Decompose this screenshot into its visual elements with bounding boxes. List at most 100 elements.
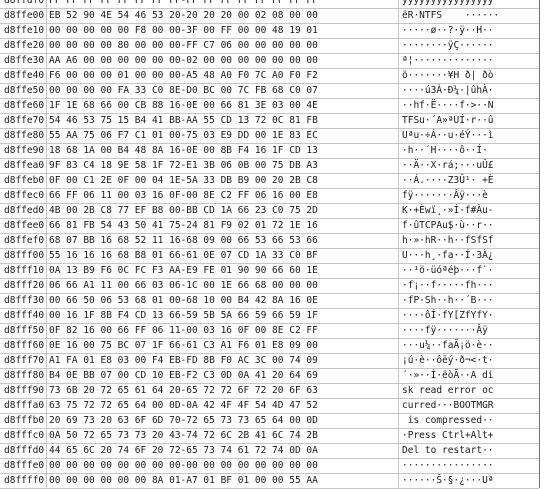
row-ascii[interactable]: ······Š·§·¿···Uª [399, 473, 539, 489]
row-ascii[interactable]: f·ûTCPAu$·ù··r·· [399, 218, 539, 234]
row-hex-bytes[interactable]: 54 46 53 75 15 B4 41 BB-AA 55 CD 13 72 0… [47, 113, 399, 129]
row-ascii[interactable]: ····ôÍ·fY[ZfYfY· [399, 308, 539, 324]
hex-row[interactable]: d8ffeb0 0F 00 C1 2E 0F 00 04 1E-5A 33 DB … [0, 173, 539, 189]
row-ascii[interactable]: ´·»··Í·ëòÃ··A di [399, 368, 539, 384]
row-hex-bytes[interactable]: 9F 83 C4 18 9E 58 1F 72-E1 3B 06 0B 00 7… [47, 158, 399, 174]
row-hex-bytes[interactable]: 00 00 00 00 80 00 00 00-FF C7 06 00 00 0… [47, 38, 399, 54]
row-hex-bytes[interactable]: 06 66 A1 11 00 66 03 06-1C 00 1E 66 68 0… [47, 278, 399, 294]
row-hex-bytes[interactable]: 55 16 16 16 68 B8 01 66-61 0E 07 CD 1A 3… [47, 248, 399, 264]
row-ascii[interactable]: ·f¡··f·····fh··· [399, 278, 539, 294]
row-ascii[interactable]: ö·······¥H ð| ðò [399, 68, 539, 84]
row-ascii[interactable]: Del to restart·· [399, 443, 539, 459]
row-ascii[interactable]: TFSu·´A»ªUÍ·r··û [399, 113, 539, 129]
hex-row[interactable]: d8ffff0 00 00 00 00 00 00 8A 01-A7 01 BF … [0, 473, 539, 489]
hex-dump-view[interactable]: d8ffdf0 FF FF FF FF FF FF FF FF-FF FF FF … [0, 0, 540, 489]
row-ascii[interactable]: ··hf·Ë····f·>··N [399, 98, 539, 114]
row-ascii[interactable]: ····fÿ·······Âÿ [399, 323, 539, 339]
hex-row[interactable]: d8fff90 73 6B 20 72 65 61 64 20-65 72 72 … [0, 383, 539, 399]
hex-row[interactable]: d8fff50 0F 82 16 00 66 FF 06 11-00 03 16 … [0, 323, 539, 339]
hex-row[interactable]: d8fffa0 63 75 72 72 65 64 00 0D-0A 42 4F … [0, 398, 539, 414]
hex-row[interactable]: d8fff00 55 16 16 16 68 B8 01 66-61 0E 07 … [0, 248, 539, 264]
row-ascii[interactable]: ··Ä··X·rá;···uÛ£ [399, 158, 539, 174]
hex-row[interactable]: d8ffe10 00 00 00 00 00 F8 00 00-3F 00 FF … [0, 23, 539, 39]
row-hex-bytes[interactable]: B4 0E BB 07 00 CD 10 EB-F2 C3 0D 0A 41 2… [47, 368, 399, 384]
row-hex-bytes[interactable]: 20 69 73 20 63 6F 6D 70-72 65 73 73 65 6… [47, 413, 399, 429]
row-ascii[interactable]: ················ [399, 458, 539, 474]
row-hex-bytes[interactable]: 73 6B 20 72 65 61 64 20-65 72 72 6F 72 2… [47, 383, 399, 399]
row-offset: d8fff90 [0, 383, 47, 399]
row-hex-bytes[interactable]: 4B 00 2B C8 77 EF B8 00-BB CD 1A 66 23 C… [47, 203, 399, 219]
hex-row[interactable]: d8ffe80 55 AA 75 06 F7 C1 01 00-75 03 E9 … [0, 128, 539, 144]
row-ascii[interactable]: ¡ú·è··ôëý·ð¬<·t· [399, 353, 539, 369]
row-hex-bytes[interactable]: 00 66 50 06 53 68 01 00-68 10 00 B4 42 8… [47, 293, 399, 309]
row-ascii[interactable]: U···h¸·fa··Í·3À¿ [399, 248, 539, 264]
hex-row[interactable]: d8fff40 00 16 1F 8B F4 CD 13 66-59 5B 5A … [0, 308, 539, 324]
row-ascii[interactable]: ··Á.····Z3Û¹· +È [399, 173, 539, 189]
row-ascii[interactable]: K·+Èwï¸·»Í·f#Àu- [399, 203, 539, 219]
row-hex-bytes[interactable]: EB 52 90 4E 54 46 53 20-20 20 20 00 02 0… [47, 8, 399, 24]
hex-row[interactable]: d8ffe90 18 68 1A 00 B4 48 8A 16-0E 00 8B … [0, 143, 539, 159]
hex-row[interactable]: d8fff10 0A 13 B9 F6 0C FC F3 AA-E9 FE 01 … [0, 263, 539, 279]
hex-row[interactable]: d8ffe40 F6 00 00 00 01 00 00 00-A5 48 A0 … [0, 68, 539, 84]
row-hex-bytes[interactable]: 68 07 BB 16 68 52 11 16-68 09 00 66 53 6… [47, 233, 399, 249]
row-hex-bytes[interactable]: 66 81 FB 54 43 50 41 75-24 81 F9 02 01 7… [47, 218, 399, 234]
scrollbar-track[interactable] [540, 0, 548, 488]
row-hex-bytes[interactable]: 18 68 1A 00 B4 48 8A 16-0E 00 8B F4 16 1… [47, 143, 399, 159]
hex-row[interactable]: d8fffe0 00 00 00 00 00 00 00 00-00 00 00 … [0, 458, 539, 474]
hex-row[interactable]: d8ffe00 EB 52 90 4E 54 46 53 20-20 20 20 … [0, 8, 539, 24]
row-offset: d8fffa0 [0, 398, 47, 414]
row-hex-bytes[interactable]: 0F 00 C1 2E 0F 00 04 1E-5A 33 DB B9 00 2… [47, 173, 399, 189]
row-ascii[interactable]: h·»·hR··h··fSfSf [399, 233, 539, 249]
row-hex-bytes[interactable]: 44 65 6C 20 74 6F 20 72-65 73 74 61 72 7… [47, 443, 399, 459]
row-hex-bytes[interactable]: 63 75 72 72 65 64 00 0D-0A 42 4F 4F 54 4… [47, 398, 399, 414]
row-hex-bytes[interactable]: 00 00 00 00 FA 33 C0 8E-D0 BC 00 7C FB 6… [47, 83, 399, 99]
row-ascii[interactable]: ···u¼··faÃ¡ö·è·· [399, 338, 539, 354]
row-hex-bytes[interactable]: F6 00 00 00 01 00 00 00-A5 48 A0 F0 7C A… [47, 68, 399, 84]
hex-row[interactable]: d8fffb0 20 69 73 20 63 6F 6D 70-72 65 73 … [0, 413, 539, 429]
hex-row[interactable]: d8ffe20 00 00 00 00 80 00 00 00-FF C7 06 … [0, 38, 539, 54]
hex-row[interactable]: d8fffc0 0A 50 72 65 73 73 20 43-74 72 6C … [0, 428, 539, 444]
row-ascii[interactable]: ········ÿÇ······ [399, 38, 539, 54]
row-ascii[interactable]: curred···BOOTMGR [399, 398, 539, 414]
row-hex-bytes[interactable]: 00 00 00 00 00 00 00 00-00 00 00 00 00 0… [47, 458, 399, 474]
row-hex-bytes[interactable]: 0A 50 72 65 73 73 20 43-74 72 6C 2B 41 6… [47, 428, 399, 444]
row-ascii[interactable]: ª¦·············· [399, 53, 539, 69]
hex-row[interactable]: d8fffd0 44 65 6C 20 74 6F 20 72-65 73 74 … [0, 443, 539, 459]
hex-row[interactable]: d8fff60 0E 16 00 75 BC 07 1F 66-61 C3 A1 … [0, 338, 539, 354]
hex-row[interactable]: d8ffef0 68 07 BB 16 68 52 11 16-68 09 00 … [0, 233, 539, 249]
row-hex-bytes[interactable]: AA A6 00 00 00 00 00 00-02 00 00 00 00 0… [47, 53, 399, 69]
hex-row[interactable]: d8fff80 B4 0E BB 07 00 CD 10 EB-F2 C3 0D … [0, 368, 539, 384]
row-hex-bytes[interactable]: 66 FF 06 11 00 03 16 0F-00 8E C2 FF 06 1… [47, 188, 399, 204]
row-ascii[interactable]: ·Press Ctrl+Alt+ [399, 428, 539, 444]
hex-row[interactable]: d8ffed0 4B 00 2B C8 77 EF B8 00-BB CD 1A … [0, 203, 539, 219]
hex-row[interactable]: d8ffe30 AA A6 00 00 00 00 00 00-02 00 00 … [0, 53, 539, 69]
hex-row[interactable]: d8ffe60 1F 1E 68 66 00 CB 88 16-0E 00 66 … [0, 98, 539, 114]
row-hex-bytes[interactable]: 0A 13 B9 F6 0C FC F3 AA-E9 FE 01 90 90 6… [47, 263, 399, 279]
row-ascii[interactable]: Uªu·÷Á··u·éÝ···ì [399, 128, 539, 144]
hex-row[interactable]: d8fff70 A1 FA 01 E8 03 00 F4 EB-FD 8B F0 … [0, 353, 539, 369]
row-hex-bytes[interactable]: 00 16 1F 8B F4 CD 13 66-59 5B 5A 66 59 6… [47, 308, 399, 324]
hex-row[interactable]: d8ffee0 66 81 FB 54 43 50 41 75-24 81 F9 … [0, 218, 539, 234]
hex-row[interactable]: d8fff30 00 66 50 06 53 68 01 00-68 10 00 … [0, 293, 539, 309]
row-ascii[interactable]: ·····ø··?·ÿ··H·· [399, 23, 539, 39]
row-hex-bytes[interactable]: 1F 1E 68 66 00 CB 88 16-0E 00 66 81 3E 0… [47, 98, 399, 114]
row-ascii[interactable]: ·h··´H····ô··Í· [399, 143, 539, 159]
row-hex-bytes[interactable]: 00 00 00 00 00 00 8A 01-A7 01 BF 01 00 0… [47, 473, 399, 489]
hex-row[interactable]: d8ffea0 9F 83 C4 18 9E 58 1F 72-E1 3B 06 … [0, 158, 539, 174]
row-hex-bytes[interactable]: 0E 16 00 75 BC 07 1F 66-61 C3 A1 F6 01 E… [47, 338, 399, 354]
row-hex-bytes[interactable]: 55 AA 75 06 F7 C1 01 00-75 03 E9 DD 00 1… [47, 128, 399, 144]
row-ascii[interactable]: sk read error oc [399, 383, 539, 399]
row-hex-bytes[interactable]: 0F 82 16 00 66 FF 06 11-00 03 16 0F 00 8… [47, 323, 399, 339]
row-ascii[interactable]: ··¹ö·üóªéþ···f`· [399, 263, 539, 279]
hex-row[interactable]: d8ffe50 00 00 00 00 FA 33 C0 8E-D0 BC 00 … [0, 83, 539, 99]
row-ascii[interactable]: ····ú3À·Ð¼·|ûhÀ· [399, 83, 539, 99]
row-hex-bytes[interactable]: 00 00 00 00 00 F8 00 00-3F 00 FF 00 00 4… [47, 23, 399, 39]
row-ascii[interactable]: ëR·NTFS ······ [399, 8, 539, 24]
hex-row[interactable]: d8ffec0 66 FF 06 11 00 03 16 0F-00 8E C2 … [0, 188, 539, 204]
hex-row[interactable]: d8ffe70 54 46 53 75 15 B4 41 BB-AA 55 CD … [0, 113, 539, 129]
row-ascii[interactable]: is compressed·· [399, 413, 539, 429]
hex-row[interactable]: d8fff20 06 66 A1 11 00 66 03 06-1C 00 1E … [0, 278, 539, 294]
row-ascii[interactable]: ·fP·Sh··h··´B··· [399, 293, 539, 309]
row-hex-bytes[interactable]: A1 FA 01 E8 03 00 F4 EB-FD 8B F0 AC 3C 0… [47, 353, 399, 369]
row-ascii[interactable]: fÿ·······Âÿ···è [399, 188, 539, 204]
